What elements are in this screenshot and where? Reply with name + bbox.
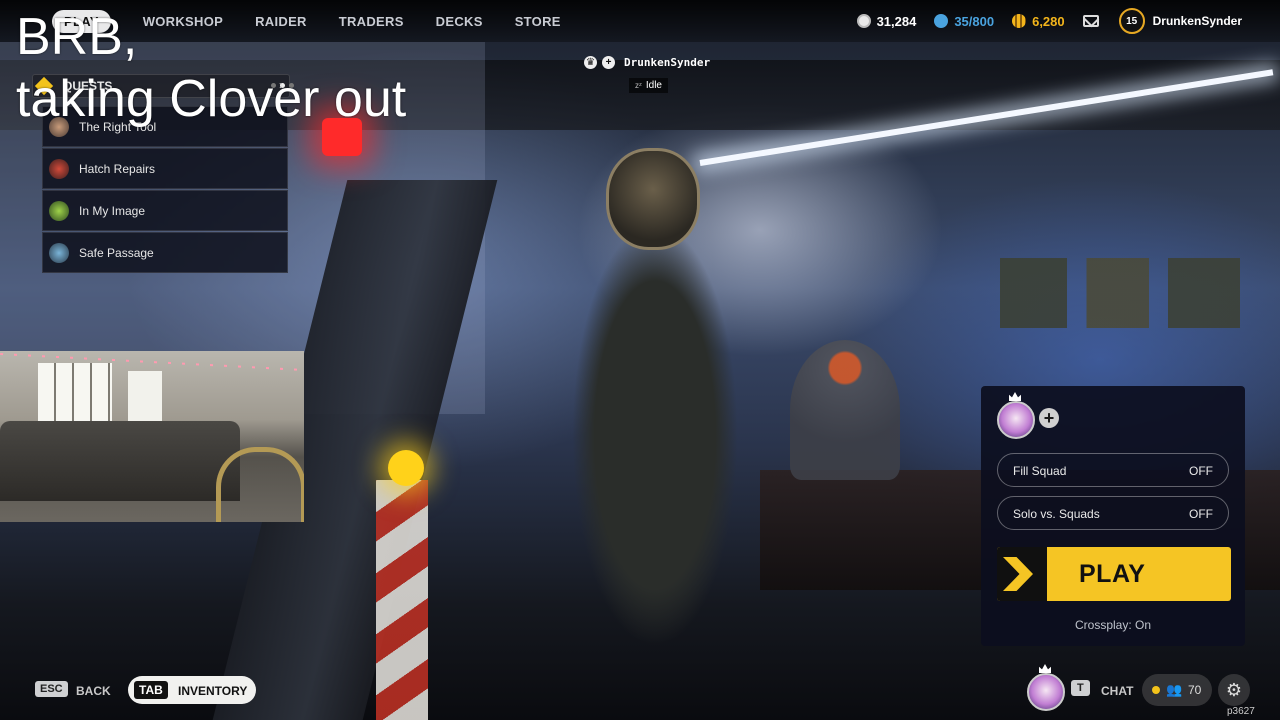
player-name: DrunkenSynder [624,56,711,69]
quest-portrait-icon [49,158,69,179]
quest-item-hatch-repairs[interactable]: Hatch Repairs [42,148,288,189]
quest-list: The Right Tool Hatch Repairs In My Image… [42,106,288,274]
room-chair [216,447,304,522]
online-status-icon [1152,686,1160,694]
chat-button[interactable]: CHAT [1101,684,1133,698]
nav-tab-decks[interactable]: DECKS [436,14,483,29]
play-button[interactable]: PLAY [997,547,1231,601]
inventory-label: INVENTORY [178,684,248,698]
invite-squad-button[interactable]: + [1039,408,1059,428]
quest-item-safe-passage[interactable]: Safe Passage [42,232,288,273]
profile-username[interactable]: DrunkenSynder [1153,14,1242,28]
gold-currency-amount: 6,280 [1032,13,1065,29]
mail-icon[interactable] [1082,15,1099,27]
fill-squad-toggle[interactable]: Fill Squad OFF [997,453,1229,487]
solo-vs-squads-toggle[interactable]: Solo vs. Squads OFF [997,496,1229,530]
crown-icon [1039,664,1051,673]
build-code: p3627 [1227,706,1255,717]
inventory-button[interactable]: TAB INVENTORY [128,676,256,704]
blue-token-icon [934,14,949,28]
gold-token-icon [1012,14,1027,28]
player-nameplate: ♛ + DrunkenSynder [584,56,710,69]
coin-icon [856,14,871,28]
crossplay-status: Crossplay: On [1074,618,1152,632]
player-level-badge[interactable]: 15 [1118,8,1145,34]
squad-panel: + Fill Squad OFF Solo vs. Squads OFF PLA… [981,386,1245,646]
currency-bar: 31,284 35/800 6,280 15 DrunkenSynder [856,0,1280,42]
quest-item-in-my-image[interactable]: In My Image [42,190,288,231]
quest-label: In My Image [79,203,146,218]
sleep-icon: zᶻ [635,81,642,90]
tab-key-hint: TAB [134,681,168,699]
blue-currency-balance[interactable]: 35/800 [934,14,994,29]
bar-monitors [1000,258,1240,328]
quest-label: Hatch Repairs [79,161,156,176]
brb-overlay-text: BRB, taking Clover out [16,8,407,128]
fill-squad-value: OFF [1189,464,1213,478]
esc-key-hint: ESC [35,681,68,697]
play-button-label: PLAY [1079,560,1146,588]
fill-squad-label: Fill Squad [1013,464,1067,478]
quest-portrait-icon [49,242,69,263]
blue-currency-amount: 35/800 [954,13,995,29]
status-text: Idle [645,80,662,91]
squad-leader-avatar[interactable] [997,392,1035,439]
back-button[interactable]: BACK [76,684,111,698]
striped-barrier [376,480,428,720]
quest-portrait-icon [49,200,69,221]
yellow-lamp [388,450,424,486]
raider-helmet [606,148,700,250]
nav-tab-store[interactable]: STORE [515,14,561,29]
crown-icon: ♛ [584,56,597,69]
coin-balance[interactable]: 31,284 [856,13,917,29]
crown-icon [1009,392,1021,401]
room-couch [0,421,240,501]
friends-button[interactable]: 👥 70 [1142,674,1212,706]
bar-patron [790,340,900,480]
gold-currency-balance[interactable]: 6,280 [1012,14,1065,29]
player-avatar[interactable] [1027,664,1065,711]
friends-count: 70 [1188,683,1202,697]
coin-amount: 31,284 [876,13,917,29]
chat-key-hint: T [1071,680,1090,696]
settings-gear-icon[interactable]: ⚙ [1218,674,1250,706]
people-icon: 👥 [1166,682,1183,697]
webcam-overlay [0,351,304,522]
neon-tube-light [699,69,1274,166]
player-status: zᶻ Idle [629,78,668,93]
quest-label: Safe Passage [79,245,154,260]
raider-character [540,150,770,720]
solo-vs-squads-value: OFF [1189,507,1213,521]
solo-vs-squads-label: Solo vs. Squads [1013,507,1100,521]
add-friend-icon[interactable]: + [602,56,615,69]
